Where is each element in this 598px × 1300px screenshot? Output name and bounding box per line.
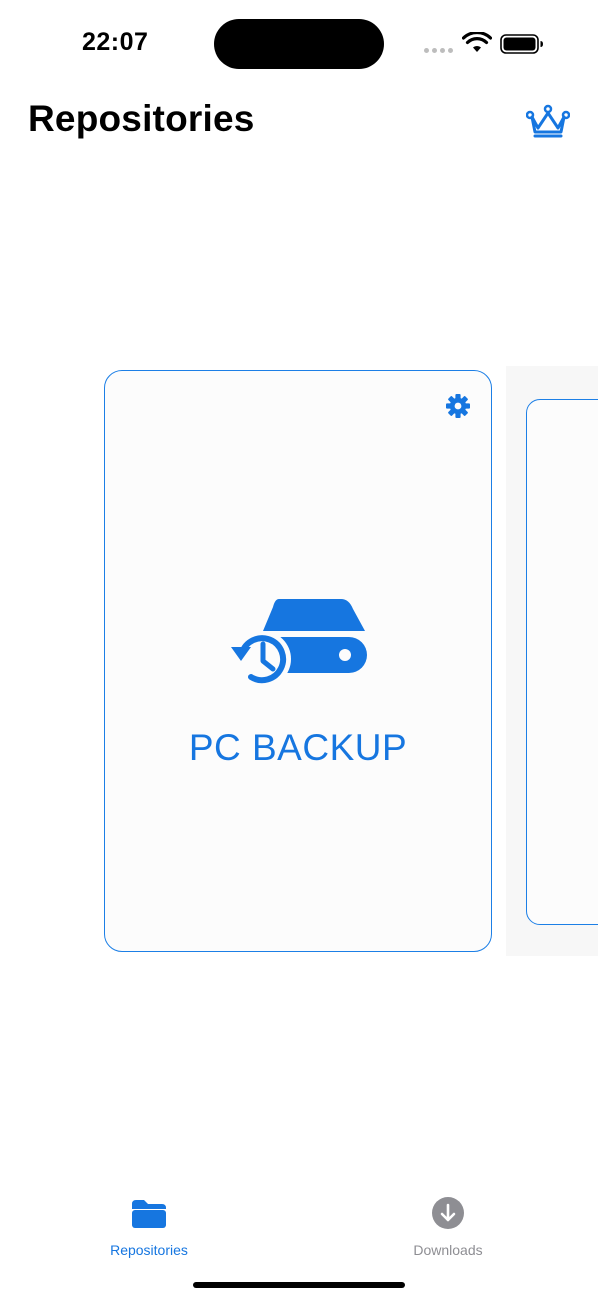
crown-icon[interactable] <box>526 104 570 140</box>
battery-icon <box>500 34 543 54</box>
repository-card[interactable]: PC BACKUP <box>104 370 492 952</box>
folder-icon <box>132 1200 166 1228</box>
home-indicator[interactable] <box>193 1282 405 1288</box>
download-circle-icon <box>432 1197 464 1229</box>
page-title: Repositories <box>28 98 255 139</box>
tab-label: Repositories <box>110 1242 188 1258</box>
status-bar: 22:07 <box>0 0 598 88</box>
backup-drive-icon <box>231 599 367 687</box>
repository-carousel[interactable]: PC BACKUP <box>0 366 598 956</box>
wifi-icon <box>462 32 492 52</box>
repository-card-next[interactable] <box>526 399 598 925</box>
cellular-signal-icon <box>424 48 453 53</box>
tab-label: Downloads <box>413 1242 483 1258</box>
repository-name: PC BACKUP <box>188 727 408 768</box>
status-time: 22:07 <box>82 28 149 56</box>
tab-downloads[interactable]: Downloads <box>378 1196 518 1258</box>
tab-bar: Repositories Downloads <box>0 1180 598 1270</box>
gear-icon[interactable] <box>445 393 471 419</box>
dynamic-island <box>214 19 384 69</box>
tab-repositories[interactable]: Repositories <box>79 1196 219 1258</box>
